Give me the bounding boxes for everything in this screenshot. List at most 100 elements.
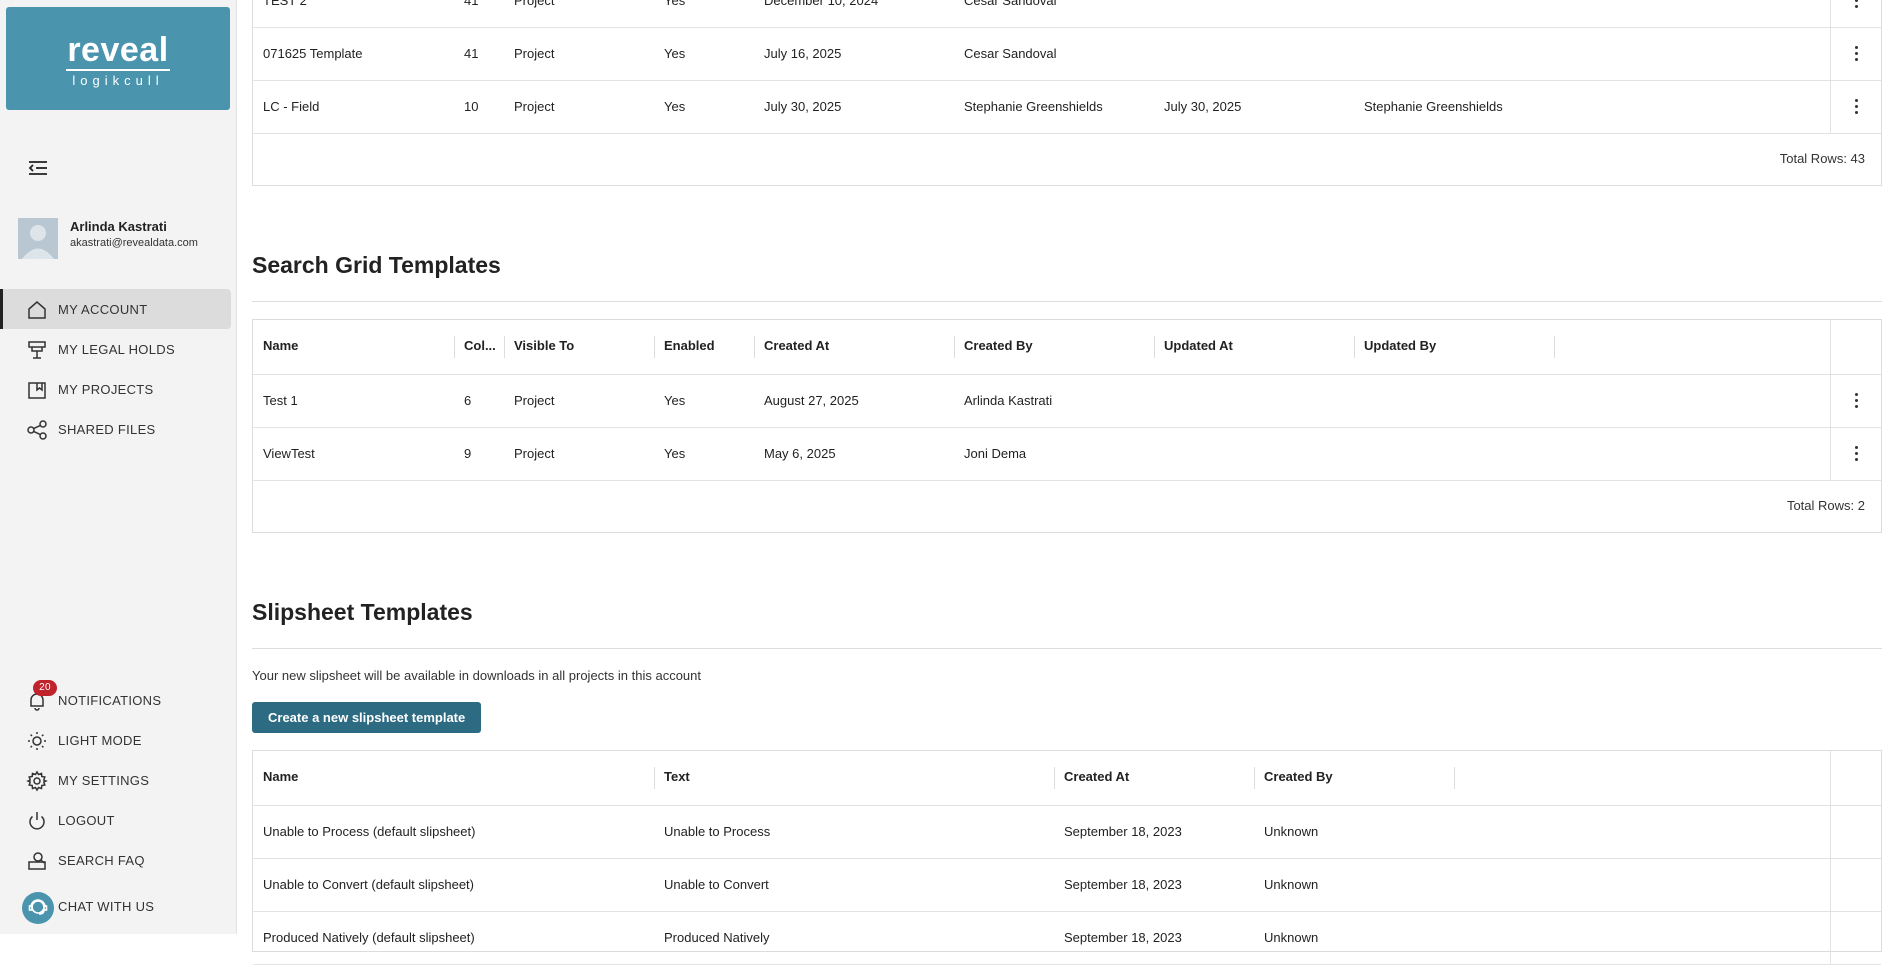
slipsheet-description: Your new slipsheet will be available in … — [252, 668, 702, 683]
table-row[interactable]: LC - Field 10 Project Yes July 30, 2025 … — [253, 81, 1881, 134]
table-row[interactable]: TEST 2 41 Project Yes December 10, 2024 … — [253, 0, 1881, 28]
nav-shared-files[interactable]: SHARED FILES — [0, 409, 228, 449]
section-title-search-grid: Search Grid Templates — [252, 252, 501, 278]
nav-label: NOTIFICATIONS — [58, 693, 162, 708]
user-email: akastrati@revealdata.com — [70, 237, 198, 249]
table-row[interactable]: 071625 Template 41 Project Yes July 16, … — [253, 28, 1881, 81]
column-divider[interactable] — [654, 336, 655, 358]
row-menu-icon[interactable] — [1830, 375, 1881, 427]
cell-created-by: Joni Dema — [964, 446, 1027, 461]
cell-created-by: Unknown — [1264, 877, 1319, 892]
table-row[interactable]: ViewTest 9 Project Yes May 6, 2025 Joni … — [253, 428, 1881, 481]
cell-text: Produced Natively — [664, 930, 770, 945]
cell-name: ViewTest — [263, 446, 315, 461]
cell-created-at: May 6, 2025 — [764, 446, 836, 461]
table-row[interactable]: Unable to Convert (default slipsheet) Un… — [253, 859, 1881, 912]
sun-icon — [26, 730, 48, 752]
user-profile[interactable]: Arlinda Kastrati akastrati@revealdata.co… — [18, 218, 228, 262]
nav-label: LIGHT MODE — [58, 733, 142, 748]
gear-icon — [26, 770, 48, 792]
cell-created-by: Stephanie Greenshields — [964, 99, 1103, 114]
nav-label: CHAT WITH US — [58, 899, 155, 914]
col-header-columns[interactable]: Col... — [464, 320, 500, 372]
row-menu-icon[interactable] — [1830, 428, 1881, 480]
reveal-logo[interactable]: reveal logikcull — [6, 7, 230, 110]
cell-enabled: Yes — [664, 46, 686, 61]
notification-count-badge: 20 — [33, 680, 57, 696]
template-table-top: TEST 2 41 Project Yes December 10, 2024 … — [252, 0, 1882, 186]
header-actions-cell — [1830, 751, 1881, 805]
cell-updated-at — [1164, 428, 1354, 480]
col-header-created-by[interactable]: Created By — [964, 320, 1154, 372]
nav-my-settings[interactable]: MY SETTINGS — [0, 760, 228, 800]
cell-updated-by: Stephanie Greenshields — [1364, 99, 1503, 114]
cell-visible-to: Project — [514, 46, 555, 61]
column-divider[interactable] — [654, 767, 655, 789]
cell-visible-to: Project — [514, 393, 555, 408]
power-icon — [26, 810, 48, 832]
nav-chat-with-us[interactable]: CHAT WITH US — [0, 888, 228, 928]
table-header: Name Text Created At Created By — [253, 751, 1881, 806]
table-row[interactable]: Test 1 6 Project Yes August 27, 2025 Arl… — [253, 375, 1881, 428]
nav-light-mode[interactable]: LIGHT MODE — [0, 720, 228, 760]
create-slipsheet-template-button[interactable]: Create a new slipsheet template — [252, 702, 482, 733]
user-name: Arlinda Kastrati — [70, 219, 167, 234]
cell-enabled: Yes — [664, 446, 686, 461]
column-divider[interactable] — [1554, 336, 1555, 358]
logo-brand: reveal — [67, 31, 169, 69]
nav-label: SHARED FILES — [58, 422, 156, 437]
row-menu-icon[interactable] — [1830, 81, 1881, 133]
column-divider[interactable] — [504, 336, 505, 358]
col-header-text[interactable]: Text — [664, 751, 1044, 803]
col-header-enabled[interactable]: Enabled — [664, 320, 754, 372]
column-divider[interactable] — [454, 336, 455, 358]
row-menu-icon[interactable] — [1830, 28, 1881, 80]
cell-created-by: Cesar Sandoval — [964, 0, 1057, 8]
cell-name: 071625 Template — [263, 46, 363, 61]
section-divider — [252, 301, 1882, 302]
col-header-name[interactable]: Name — [263, 320, 443, 372]
column-divider[interactable] — [954, 336, 955, 358]
cell-visible-to: Project — [514, 99, 555, 114]
chat-icon — [22, 892, 54, 924]
col-header-created-by[interactable]: Created By — [1264, 751, 1454, 803]
nav-my-legal-holds[interactable]: MY LEGAL HOLDS — [0, 329, 228, 369]
section-divider — [252, 648, 1882, 649]
column-divider[interactable] — [1254, 767, 1255, 789]
cell-updated-by — [1364, 0, 1554, 27]
sidebar: reveal logikcull Arlinda Kastrati akastr… — [0, 0, 237, 934]
table-row[interactable]: Unable to Process (default slipsheet) Un… — [253, 806, 1881, 859]
cell-updated-at — [1164, 28, 1354, 80]
col-header-visible-to[interactable]: Visible To — [514, 320, 654, 372]
cell-enabled: Yes — [664, 393, 686, 408]
column-divider[interactable] — [754, 336, 755, 358]
cell-created-by: Unknown — [1264, 824, 1319, 839]
column-divider[interactable] — [1054, 767, 1055, 789]
column-divider[interactable] — [1354, 336, 1355, 358]
cell-created-by: Unknown — [1264, 930, 1319, 945]
column-divider[interactable] — [1154, 336, 1155, 358]
cell-created-at: September 18, 2023 — [1064, 930, 1182, 945]
column-divider[interactable] — [1454, 767, 1455, 789]
nav-label: MY SETTINGS — [58, 773, 150, 788]
table-row[interactable]: Produced Natively (default slipsheet) Pr… — [253, 912, 1881, 965]
table-header: Name Col... Visible To Enabled Created A… — [253, 320, 1881, 375]
cell-created-by: Arlinda Kastrati — [964, 393, 1053, 408]
col-header-updated-by[interactable]: Updated By — [1364, 320, 1554, 372]
col-header-created-at[interactable]: Created At — [764, 320, 954, 372]
nav-notifications[interactable]: 20 NOTIFICATIONS — [0, 680, 228, 720]
col-header-created-at[interactable]: Created At — [1064, 751, 1254, 803]
cell-text: Unable to Process — [664, 824, 771, 839]
cell-updated-at: July 30, 2025 — [1164, 99, 1242, 114]
collapse-sidebar-icon[interactable] — [26, 156, 50, 180]
row-menu-icon[interactable] — [1830, 0, 1881, 27]
nav-logout[interactable]: LOGOUT — [0, 800, 228, 840]
cell-name: Test 1 — [263, 393, 298, 408]
nav-my-projects[interactable]: MY PROJECTS — [0, 369, 228, 409]
cell-name: LC - Field — [263, 99, 320, 114]
cell-columns: 41 — [464, 46, 479, 61]
col-header-updated-at[interactable]: Updated At — [1164, 320, 1354, 372]
nav-search-faq[interactable]: SEARCH FAQ — [0, 840, 228, 880]
col-header-name[interactable]: Name — [263, 751, 643, 803]
nav-my-account[interactable]: MY ACCOUNT — [0, 289, 231, 329]
